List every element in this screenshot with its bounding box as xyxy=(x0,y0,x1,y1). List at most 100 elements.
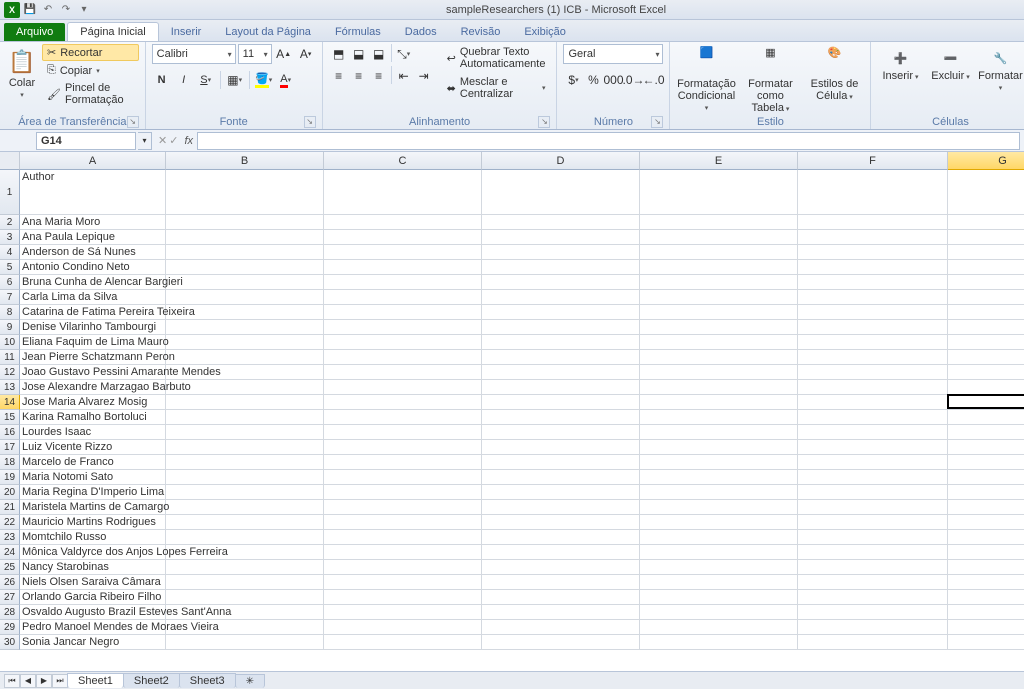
cell-A18[interactable]: Marcelo de Franco xyxy=(20,455,166,470)
decrease-indent-button[interactable]: ⇤ xyxy=(394,66,414,86)
cell-F28[interactable] xyxy=(798,605,948,620)
cell-B14[interactable] xyxy=(166,395,324,410)
redo-icon[interactable]: ↷ xyxy=(58,2,74,18)
cell-C30[interactable] xyxy=(324,635,482,650)
cell-C12[interactable] xyxy=(324,365,482,380)
cell-B4[interactable] xyxy=(166,245,324,260)
cell-D13[interactable] xyxy=(482,380,640,395)
percent-format-button[interactable]: % xyxy=(583,70,603,90)
column-header-E[interactable]: E xyxy=(640,152,798,170)
cell-F22[interactable] xyxy=(798,515,948,530)
row-header-19[interactable]: 19 xyxy=(0,470,20,485)
cell-D10[interactable] xyxy=(482,335,640,350)
row-header-25[interactable]: 25 xyxy=(0,560,20,575)
cell-C3[interactable] xyxy=(324,230,482,245)
cell-B11[interactable] xyxy=(166,350,324,365)
name-box-dropdown[interactable]: ▾ xyxy=(138,132,152,150)
cell-E1[interactable] xyxy=(640,170,798,215)
column-header-F[interactable]: F xyxy=(798,152,948,170)
cell-G14[interactable] xyxy=(948,395,1024,410)
cell-E8[interactable] xyxy=(640,305,798,320)
cell-A28[interactable]: Osvaldo Augusto Brazil Esteves Sant'Anna xyxy=(20,605,166,620)
row-header-26[interactable]: 26 xyxy=(0,575,20,590)
row-header-11[interactable]: 11 xyxy=(0,350,20,365)
row-header-17[interactable]: 17 xyxy=(0,440,20,455)
enter-formula-icon[interactable]: ✓ xyxy=(169,134,178,147)
cell-A15[interactable]: Karina Ramalho Bortoluci xyxy=(20,410,166,425)
cell-A16[interactable]: Lourdes Isaac xyxy=(20,425,166,440)
cell-E14[interactable] xyxy=(640,395,798,410)
cell-E15[interactable] xyxy=(640,410,798,425)
cell-D2[interactable] xyxy=(482,215,640,230)
formula-input[interactable] xyxy=(197,132,1020,150)
cell-C20[interactable] xyxy=(324,485,482,500)
cell-A8[interactable]: Catarina de Fatima Pereira Teixeira xyxy=(20,305,166,320)
cell-C15[interactable] xyxy=(324,410,482,425)
cell-F7[interactable] xyxy=(798,290,948,305)
cell-G27[interactable] xyxy=(948,590,1024,605)
cell-F21[interactable] xyxy=(798,500,948,515)
save-icon[interactable]: 💾 xyxy=(22,2,38,18)
cell-F8[interactable] xyxy=(798,305,948,320)
tab-formulas[interactable]: Fórmulas xyxy=(323,23,393,41)
row-header-12[interactable]: 12 xyxy=(0,365,20,380)
cell-F4[interactable] xyxy=(798,245,948,260)
cell-C21[interactable] xyxy=(324,500,482,515)
row-header-30[interactable]: 30 xyxy=(0,635,20,650)
cell-G29[interactable] xyxy=(948,620,1024,635)
cell-D17[interactable] xyxy=(482,440,640,455)
cell-B16[interactable] xyxy=(166,425,324,440)
orientation-button[interactable]: ⤡▾ xyxy=(394,44,414,64)
cell-E17[interactable] xyxy=(640,440,798,455)
row-header-1[interactable]: 1 xyxy=(0,170,20,215)
cell-B17[interactable] xyxy=(166,440,324,455)
row-header-10[interactable]: 10 xyxy=(0,335,20,350)
cell-C5[interactable] xyxy=(324,260,482,275)
cell-D9[interactable] xyxy=(482,320,640,335)
cell-F26[interactable] xyxy=(798,575,948,590)
cell-A14[interactable]: Jose Maria Alvarez Mosig xyxy=(20,395,166,410)
cell-A7[interactable]: Carla Lima da Silva xyxy=(20,290,166,305)
row-header-20[interactable]: 20 xyxy=(0,485,20,500)
cell-C18[interactable] xyxy=(324,455,482,470)
cell-G17[interactable] xyxy=(948,440,1024,455)
cell-D18[interactable] xyxy=(482,455,640,470)
cell-B25[interactable] xyxy=(166,560,324,575)
cell-E22[interactable] xyxy=(640,515,798,530)
column-header-B[interactable]: B xyxy=(166,152,324,170)
bold-button[interactable]: N xyxy=(152,70,172,90)
cell-C17[interactable] xyxy=(324,440,482,455)
column-header-A[interactable]: A xyxy=(20,152,166,170)
cell-A6[interactable]: Bruna Cunha de Alencar Bargieri xyxy=(20,275,166,290)
cell-E28[interactable] xyxy=(640,605,798,620)
column-header-C[interactable]: C xyxy=(324,152,482,170)
cell-D5[interactable] xyxy=(482,260,640,275)
cell-G25[interactable] xyxy=(948,560,1024,575)
cell-D20[interactable] xyxy=(482,485,640,500)
number-format-combo[interactable]: Geral xyxy=(563,44,663,64)
cell-D29[interactable] xyxy=(482,620,640,635)
cell-B29[interactable] xyxy=(166,620,324,635)
tab-view[interactable]: Exibição xyxy=(512,23,578,41)
cell-F25[interactable] xyxy=(798,560,948,575)
cell-G9[interactable] xyxy=(948,320,1024,335)
row-header-8[interactable]: 8 xyxy=(0,305,20,320)
cell-G6[interactable] xyxy=(948,275,1024,290)
cell-C27[interactable] xyxy=(324,590,482,605)
cell-D1[interactable] xyxy=(482,170,640,215)
cell-A19[interactable]: Maria Notomi Sato xyxy=(20,470,166,485)
cell-E27[interactable] xyxy=(640,590,798,605)
row-header-28[interactable]: 28 xyxy=(0,605,20,620)
fx-icon[interactable]: fx xyxy=(184,135,193,147)
cell-F19[interactable] xyxy=(798,470,948,485)
clipboard-launcher[interactable]: ↘ xyxy=(127,116,139,128)
cell-E20[interactable] xyxy=(640,485,798,500)
cell-G13[interactable] xyxy=(948,380,1024,395)
cell-G12[interactable] xyxy=(948,365,1024,380)
cell-F15[interactable] xyxy=(798,410,948,425)
align-bottom-button[interactable]: ⬓ xyxy=(369,44,389,64)
cell-B2[interactable] xyxy=(166,215,324,230)
italic-button[interactable]: I xyxy=(174,70,194,90)
cell-A22[interactable]: Mauricio Martins Rodrigues xyxy=(20,515,166,530)
tab-layout[interactable]: Layout da Página xyxy=(213,23,323,41)
